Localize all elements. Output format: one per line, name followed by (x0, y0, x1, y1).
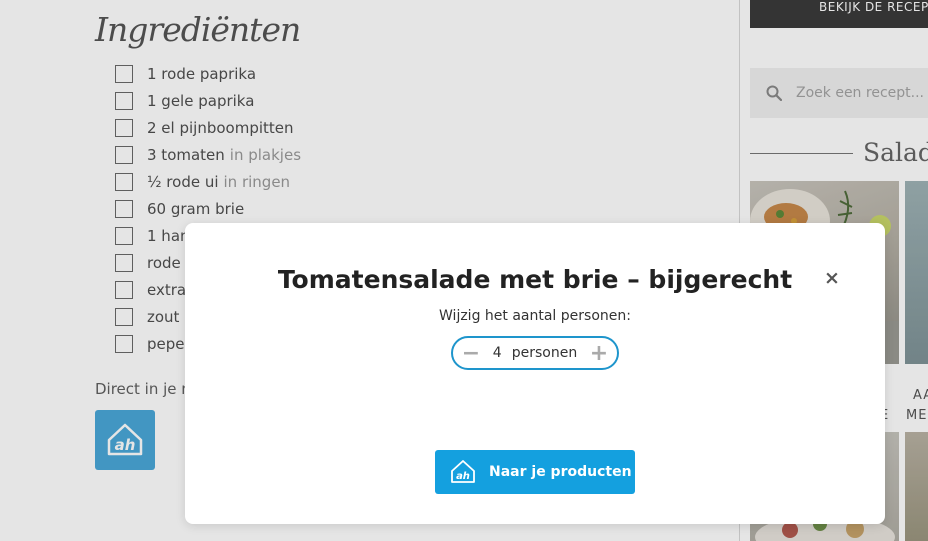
persons-count: 4 (492, 345, 502, 361)
to-products-label: Naar je producten (489, 464, 632, 480)
persons-label: Wijzig het aantal personen: (439, 308, 631, 324)
portion-modal: Tomatensalade met brie – bijgerecht × Wi… (185, 223, 885, 524)
persons-unit: personen (511, 345, 578, 361)
to-products-button[interactable]: ah Naar je producten (435, 450, 635, 494)
modal-title: Tomatensalade met brie – bijgerecht (277, 265, 793, 294)
decrease-persons-button[interactable]: − (453, 338, 489, 368)
close-icon[interactable]: × (824, 268, 840, 288)
persons-value[interactable]: 4 personen (489, 345, 581, 361)
persons-stepper: − 4 personen + (451, 336, 619, 370)
ah-logo-icon: ah (451, 460, 475, 483)
increase-persons-button[interactable]: + (581, 338, 617, 368)
svg-text:ah: ah (456, 471, 470, 482)
